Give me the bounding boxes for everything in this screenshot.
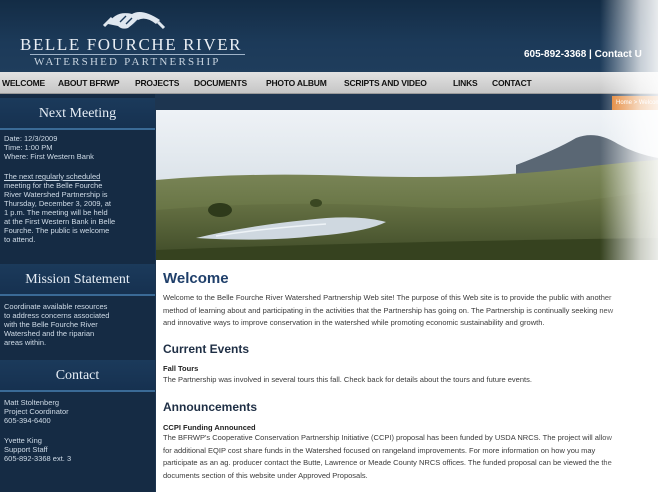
meeting-location: Where: First Western Bank — [4, 152, 94, 161]
contact-name: Matt Stoltenberg — [4, 398, 60, 407]
main-content: Welcome Welcome to the Belle Fourche Riv… — [156, 260, 658, 492]
logo-divider — [30, 54, 245, 55]
nav-projects[interactable]: PROJECTS — [135, 78, 179, 88]
nav-links[interactable]: LINKS — [453, 78, 478, 88]
welcome-title: Welcome — [163, 270, 229, 287]
mission-text-line: to address concerns associated — [4, 311, 110, 320]
main-nav: WELCOME ABOUT BFRWP PROJECTS DOCUMENTS P… — [0, 72, 658, 94]
welcome-line: Welcome to the Belle Fourche River Water… — [163, 293, 612, 302]
funding-line: for additional EQIP cost share funds in … — [163, 445, 596, 455]
site-logo[interactable]: BELLE FOURCHE RIVER WATERSHED PARTNERSHI… — [20, 6, 250, 68]
contact-person-2: Yvette King Support Staff 605-892-3368 e… — [4, 436, 150, 463]
site-header: BELLE FOURCHE RIVER WATERSHED PARTNERSHI… — [0, 0, 658, 72]
fall-tours-line: The Partnership was involved in several … — [163, 375, 532, 384]
mission-heading: Mission Statement — [0, 264, 155, 296]
ccpi-funding-label: CCPI Funding Announced — [163, 423, 256, 432]
nav-documents[interactable]: DOCUMENTS — [194, 78, 247, 88]
welcome-text: Welcome to the Belle Fourche River Water… — [163, 292, 655, 330]
contact-role: Support Staff — [4, 445, 48, 454]
contact-role: Project Coordinator — [4, 407, 69, 416]
current-events-heading: Current Events — [163, 342, 250, 356]
fall-tours-text: The Partnership was involved in several … — [163, 374, 655, 387]
next-meeting-heading: Next Meeting — [0, 98, 155, 130]
mission-text-line: with the Belle Fourche River — [4, 320, 98, 329]
page: BELLE FOURCHE RIVER WATERSHED PARTNERSHI… — [0, 0, 658, 492]
mission-text-line: Watershed and the riparian — [4, 329, 95, 338]
contact-phone: 605-394-6400 — [4, 416, 51, 425]
contact-name: Yvette King — [4, 436, 42, 445]
contact-heading: Contact — [0, 360, 155, 392]
meeting-text-line[interactable]: The next regularly scheduled — [4, 172, 150, 181]
meeting-text-line: meeting for the Belle Fourche — [4, 181, 103, 190]
nav-about[interactable]: ABOUT BFRWP — [58, 78, 120, 88]
mission-text: Coordinate available resources to addres… — [4, 302, 150, 347]
mission-text-line: areas within. — [4, 338, 47, 347]
meeting-text-line: at the First Western Bank in Belle — [4, 217, 116, 226]
meeting-text-line: 1 p.m. The meeting will be held — [4, 208, 108, 217]
welcome-line: and innovative ways to improve conservat… — [163, 318, 545, 327]
nav-contact[interactable]: CONTACT — [492, 78, 532, 88]
nav-photo-album[interactable]: PHOTO ALBUM — [266, 78, 327, 88]
funding-line: The BFRWP's Cooperative Conservation Par… — [163, 433, 612, 442]
announcements-heading: Announcements — [163, 400, 258, 414]
next-meeting-text: The next regularly scheduled meeting for… — [4, 172, 150, 244]
meeting-text-line: to attend. — [4, 235, 36, 244]
meeting-text-line: Thursday, December 3, 2009, at — [4, 199, 111, 208]
watershed-landscape-photo — [156, 110, 658, 260]
meeting-time: Time: 1:00 PM — [4, 143, 53, 152]
next-meeting-details: Date: 12/3/2009 Time: 1:00 PM Where: Fir… — [4, 134, 150, 161]
meeting-text-line: Fourche. The public is welcome — [4, 226, 110, 235]
ccpi-funding-text: The BFRWP's Cooperative Conservation Par… — [163, 432, 655, 482]
contact-phone: 605-892-3368 ext. 3 — [4, 454, 72, 463]
sidebar: Next Meeting Date: 12/3/2009 Time: 1:00 … — [0, 94, 155, 492]
contact-person-1: Matt Stoltenberg Project Coordinator 605… — [4, 398, 150, 425]
meeting-text-line: River Watershed Partnership is — [4, 190, 108, 199]
logo-subtitle: WATERSHED PARTNERSHIP — [34, 56, 221, 68]
nav-scripts-video[interactable]: SCRIPTS AND VIDEO — [344, 78, 427, 88]
mission-text-line: Coordinate available resources — [4, 302, 108, 311]
logo-title: BELLE FOURCHE RIVER — [20, 35, 243, 54]
fall-tours-label: Fall Tours — [163, 364, 199, 373]
breadcrumb[interactable]: Home > Welcome — [612, 96, 658, 110]
funding-line: participate as an ag. producer contact t… — [163, 458, 612, 467]
header-contact-link[interactable]: 605-892-3368 | Contact U — [524, 49, 642, 60]
welcome-line: method of learning about and participati… — [163, 305, 614, 315]
nav-welcome[interactable]: WELCOME — [2, 78, 45, 88]
funding-line: documents section of this website under … — [163, 470, 368, 480]
meeting-date: Date: 12/3/2009 — [4, 134, 58, 143]
handshake-icon — [102, 12, 166, 30]
